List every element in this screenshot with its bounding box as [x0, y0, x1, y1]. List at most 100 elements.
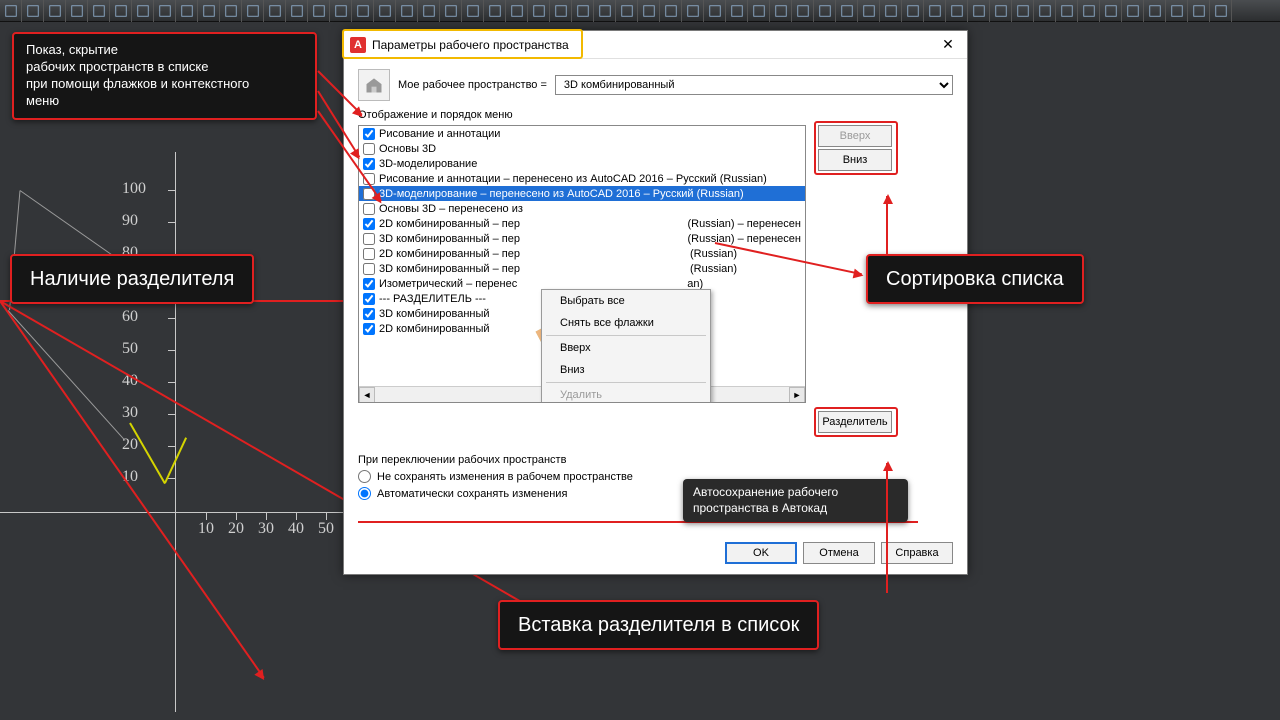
scroll-left-icon[interactable]: ◄ — [359, 387, 375, 403]
toolbar-button[interactable] — [1034, 0, 1056, 22]
toolbar-button[interactable] — [528, 0, 550, 22]
toolbar-button[interactable] — [132, 0, 154, 22]
toolbar-button[interactable] — [1078, 0, 1100, 22]
toolbar-button[interactable] — [726, 0, 748, 22]
list-item-checkbox[interactable] — [363, 128, 375, 140]
workspace-select[interactable]: 3D комбинированный — [555, 75, 953, 95]
toolbar-button[interactable] — [616, 0, 638, 22]
list-item-checkbox[interactable] — [363, 233, 375, 245]
list-item-checkbox[interactable] — [363, 218, 375, 230]
toolbar-button[interactable] — [968, 0, 990, 22]
toolbar-button[interactable] — [1210, 0, 1232, 22]
ctx-clear-all[interactable]: Снять все флажки — [542, 312, 710, 334]
list-item-checkbox[interactable] — [363, 278, 375, 290]
toolbar-button[interactable] — [880, 0, 902, 22]
toolbar-button[interactable] — [242, 0, 264, 22]
list-item-checkbox[interactable] — [363, 188, 375, 200]
help-button[interactable]: Справка — [881, 542, 953, 564]
list-item[interactable]: Рисование и аннотации — [359, 126, 805, 141]
toolbar-button[interactable] — [836, 0, 858, 22]
toolbar-button[interactable] — [946, 0, 968, 22]
toolbar-button[interactable] — [264, 0, 286, 22]
toolbar-button[interactable] — [1122, 0, 1144, 22]
toolbar-button[interactable] — [440, 0, 462, 22]
toolbar-button[interactable] — [418, 0, 440, 22]
toolbar-button[interactable] — [484, 0, 506, 22]
toolbar-button[interactable] — [814, 0, 836, 22]
list-item[interactable]: 2D комбинированный – пер(Russian) — [359, 246, 805, 261]
list-item-checkbox[interactable] — [363, 293, 375, 305]
toolbar-button[interactable] — [220, 0, 242, 22]
list-item[interactable]: 3D-моделирование — [359, 156, 805, 171]
toolbar-button[interactable] — [1012, 0, 1034, 22]
list-item[interactable]: 3D-моделирование – перенесено из AutoCAD… — [359, 186, 805, 201]
toolbar-button[interactable] — [594, 0, 616, 22]
switch-section-label: При переключении рабочих пространств — [358, 454, 953, 466]
ctx-down[interactable]: Вниз — [542, 359, 710, 381]
list-item-checkbox[interactable] — [363, 173, 375, 185]
toolbar-button[interactable] — [924, 0, 946, 22]
list-item-label: 3D-моделирование – перенесено из AutoCAD… — [379, 188, 744, 200]
toolbar-button[interactable] — [66, 0, 88, 22]
toolbar-button[interactable] — [748, 0, 770, 22]
toolbar-button[interactable] — [22, 0, 44, 22]
list-item[interactable]: Рисование и аннотации – перенесено из Au… — [359, 171, 805, 186]
toolbar-button[interactable] — [858, 0, 880, 22]
toolbar-button[interactable] — [990, 0, 1012, 22]
toolbar-button[interactable] — [660, 0, 682, 22]
toolbar-button[interactable] — [1100, 0, 1122, 22]
x-tick-label: 40 — [288, 520, 304, 538]
toolbar-button[interactable] — [506, 0, 528, 22]
toolbar-button[interactable] — [902, 0, 924, 22]
list-item-checkbox[interactable] — [363, 143, 375, 155]
toolbar-button[interactable] — [462, 0, 484, 22]
toolbar-button[interactable] — [792, 0, 814, 22]
toolbar-button[interactable] — [44, 0, 66, 22]
ctx-up[interactable]: Вверх — [542, 337, 710, 359]
toolbar-button[interactable] — [1144, 0, 1166, 22]
list-item[interactable]: 3D комбинированный – пер(Russian) — [359, 261, 805, 276]
toolbar-button[interactable] — [638, 0, 660, 22]
list-item-checkbox[interactable] — [363, 323, 375, 335]
list-item[interactable]: Основы 3D – перенесено из — [359, 201, 805, 216]
workspace-list[interactable]: Рисование и аннотацииОсновы 3D3D-моделир… — [358, 125, 806, 403]
list-item-checkbox[interactable] — [363, 248, 375, 260]
dialog-titlebar[interactable]: A Параметры рабочего пространства ✕ — [344, 31, 967, 59]
toolbar-button[interactable] — [352, 0, 374, 22]
move-up-button[interactable]: Вверх — [818, 125, 892, 147]
toolbar-button[interactable] — [572, 0, 594, 22]
toolbar-button[interactable] — [1166, 0, 1188, 22]
toolbar-button[interactable] — [308, 0, 330, 22]
list-item[interactable]: 3D комбинированный – пер(Russian) – пере… — [359, 231, 805, 246]
toolbar-button[interactable] — [330, 0, 352, 22]
list-item-checkbox[interactable] — [363, 308, 375, 320]
toolbar-button[interactable] — [396, 0, 418, 22]
toolbar-button[interactable] — [154, 0, 176, 22]
toolbar-button[interactable] — [88, 0, 110, 22]
toolbar-button[interactable] — [1056, 0, 1078, 22]
toolbar-button[interactable] — [1188, 0, 1210, 22]
list-item-checkbox[interactable] — [363, 158, 375, 170]
toolbar-button[interactable] — [176, 0, 198, 22]
scroll-right-icon[interactable]: ► — [789, 387, 805, 403]
list-item-checkbox[interactable] — [363, 263, 375, 275]
toolbar-button[interactable] — [770, 0, 792, 22]
list-item[interactable]: Основы 3D — [359, 141, 805, 156]
cancel-button[interactable]: Отмена — [803, 542, 875, 564]
separator-button[interactable]: Разделитель — [818, 411, 892, 433]
close-button[interactable]: ✕ — [935, 35, 961, 55]
ok-button[interactable]: OK — [725, 542, 797, 564]
my-workspace-label: Мое рабочее пространство = — [398, 79, 547, 91]
ctx-select-all[interactable]: Выбрать все — [542, 290, 710, 312]
list-item-checkbox[interactable] — [363, 203, 375, 215]
toolbar-button[interactable] — [0, 0, 22, 22]
toolbar-button[interactable] — [550, 0, 572, 22]
toolbar-button[interactable] — [198, 0, 220, 22]
toolbar-button[interactable] — [286, 0, 308, 22]
toolbar-button[interactable] — [704, 0, 726, 22]
toolbar-button[interactable] — [110, 0, 132, 22]
toolbar-button[interactable] — [682, 0, 704, 22]
toolbar-button[interactable] — [374, 0, 396, 22]
move-down-button[interactable]: Вниз — [818, 149, 892, 171]
list-item[interactable]: 2D комбинированный – пер(Russian) – пере… — [359, 216, 805, 231]
